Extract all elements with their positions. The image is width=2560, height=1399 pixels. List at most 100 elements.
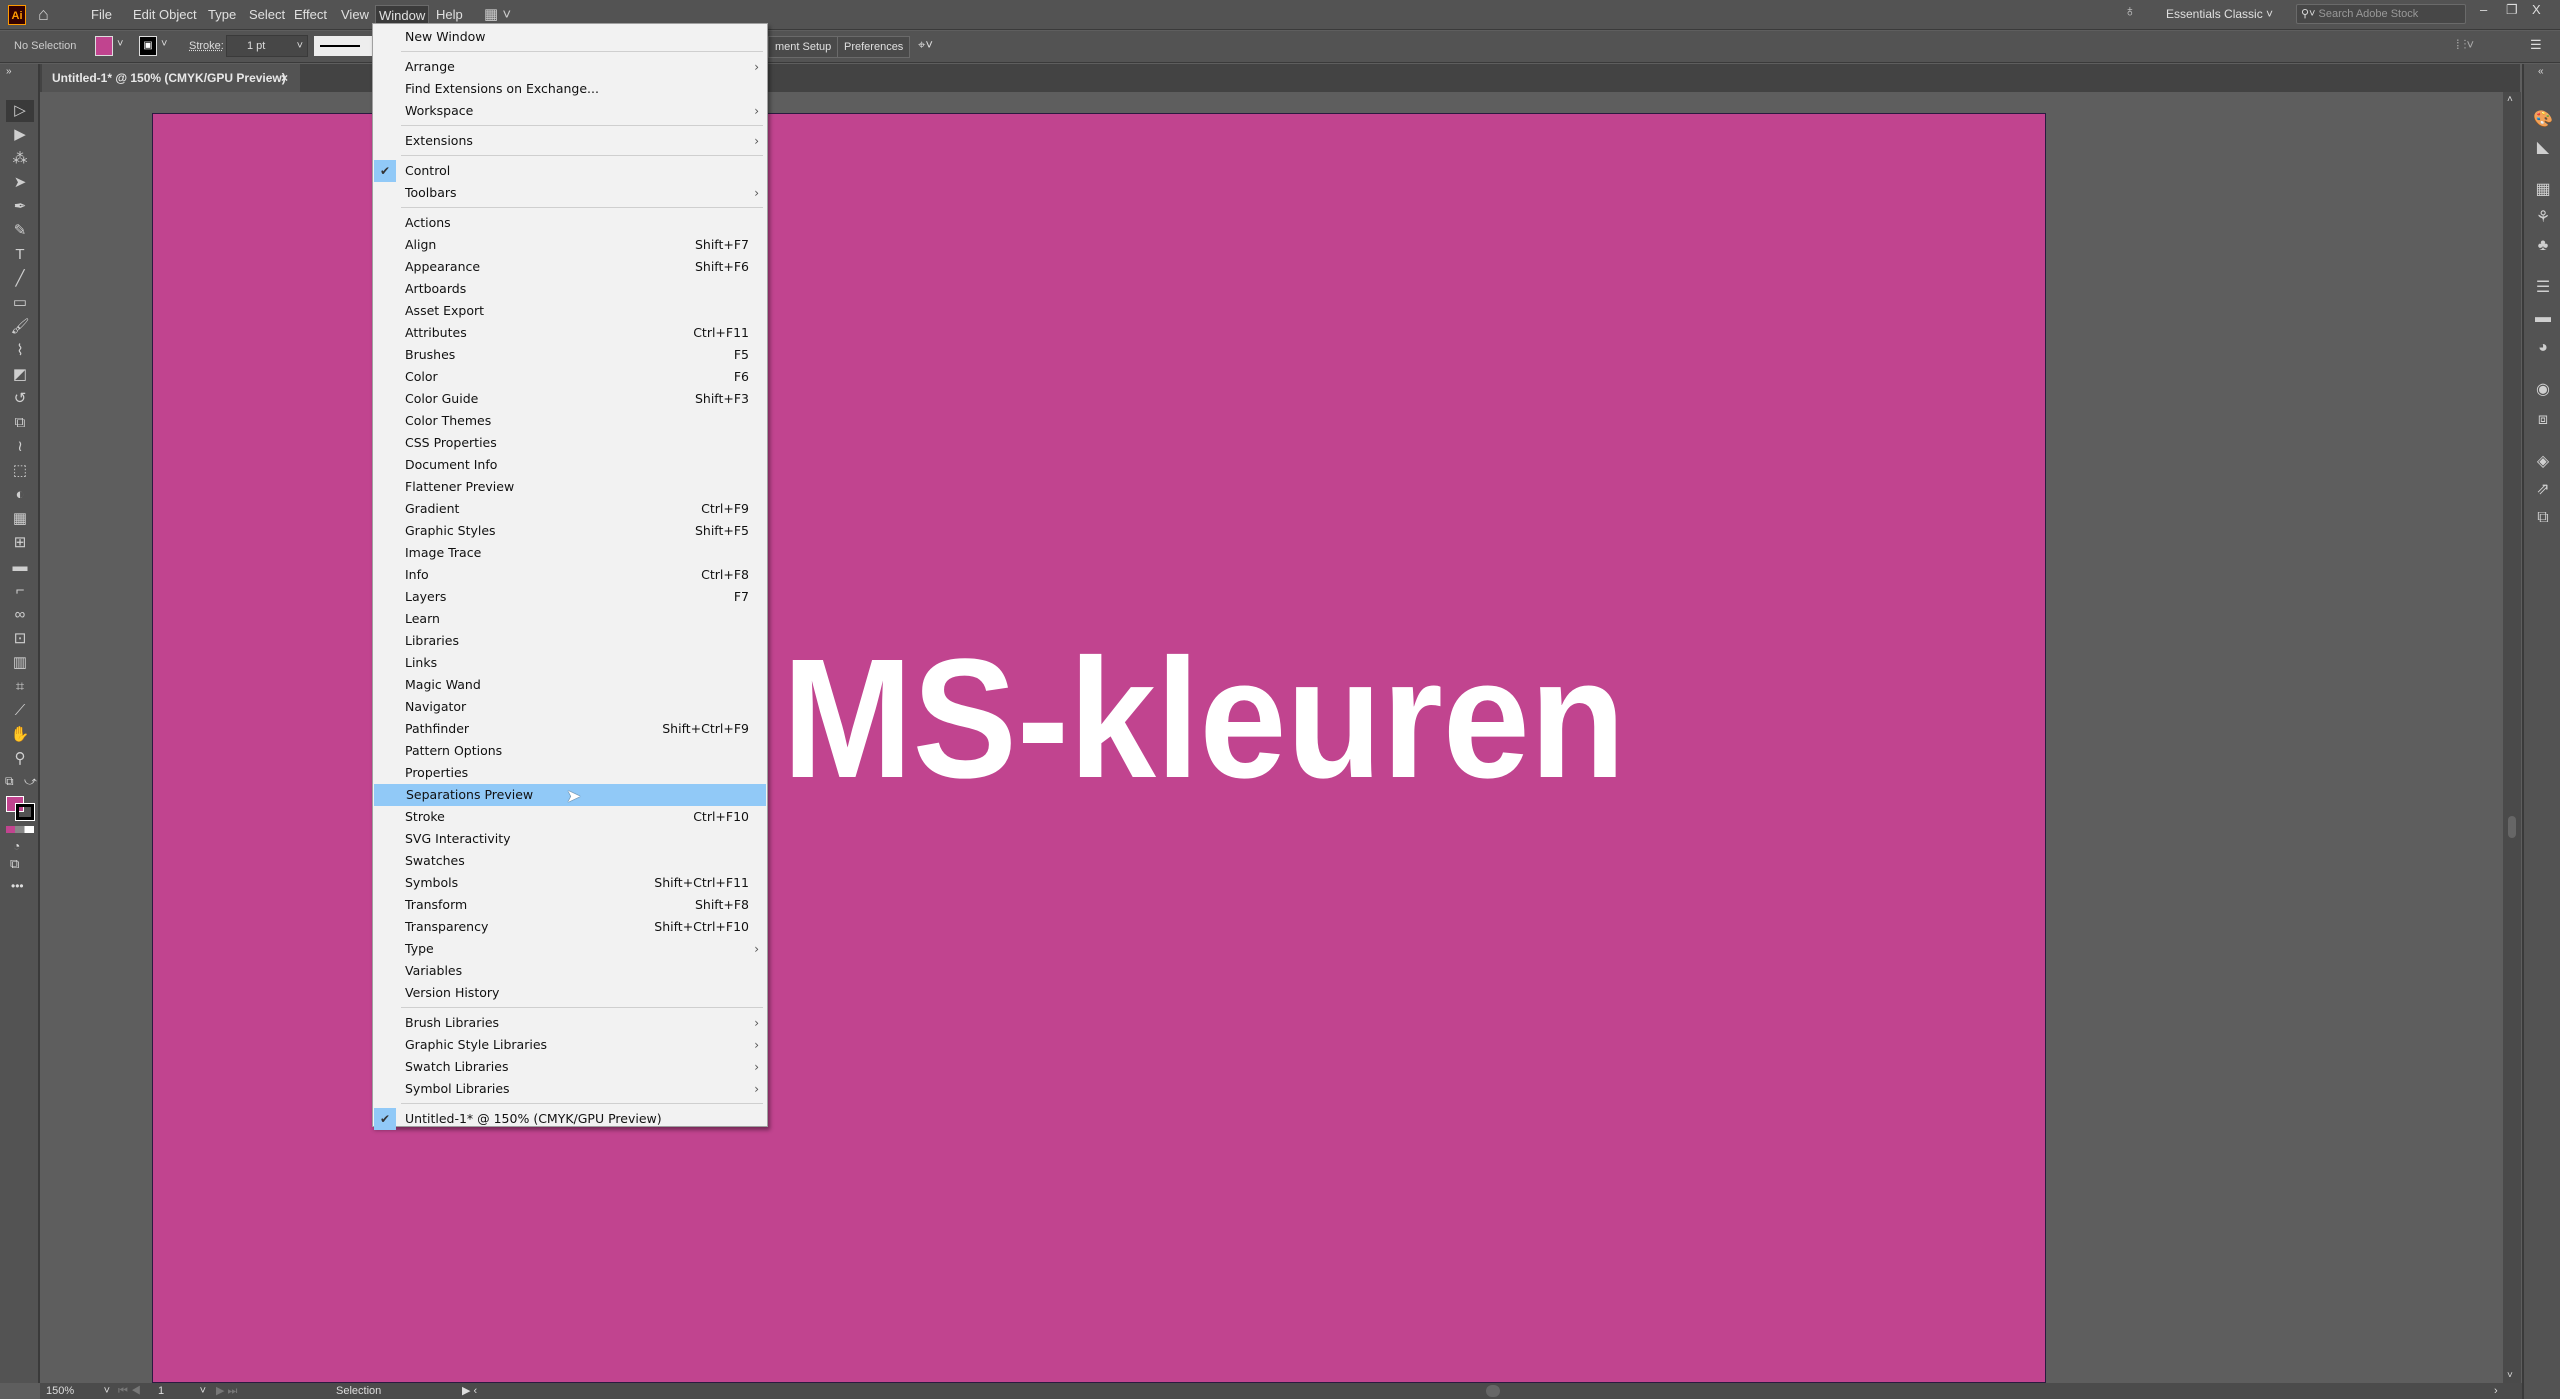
fill-swatch[interactable] <box>95 36 113 56</box>
menu-item-navigator[interactable]: Navigator <box>373 696 767 718</box>
menu-effect[interactable]: Effect <box>291 5 330 25</box>
menu-edit[interactable]: Edit <box>130 5 158 25</box>
lightbulb-icon[interactable]: ♁ <box>2124 3 2136 21</box>
restore-button[interactable]: ❐ <box>2506 2 2518 18</box>
home-icon[interactable]: ⌂ <box>38 4 49 25</box>
lasso-tool-icon[interactable]: ➤ <box>6 172 34 194</box>
artboards-panel-icon[interactable]: ⧉ <box>2528 506 2558 530</box>
menu-item-flattener-preview[interactable]: Flattener Preview <box>373 476 767 498</box>
menu-item-extensions[interactable]: Extensions › <box>373 130 767 152</box>
menu-item-attributes[interactable]: Attributes Ctrl+F11 <box>373 322 767 344</box>
stroke-color-box[interactable] <box>15 803 35 821</box>
chevron-down-icon[interactable]: ˅ <box>161 38 167 50</box>
menu-item-actions[interactable]: Actions <box>373 212 767 234</box>
menu-select[interactable]: Select <box>246 5 288 25</box>
menu-window[interactable]: Window <box>375 5 430 25</box>
menu-item-svg-interactivity[interactable]: SVG Interactivity <box>373 828 767 850</box>
menu-item-workspace[interactable]: Workspace › <box>373 100 767 122</box>
vertical-scrollbar[interactable]: ˄ ˅ <box>2503 92 2521 1383</box>
symbols-panel-icon[interactable]: ♣ <box>2528 234 2558 258</box>
blob-brush-tool-icon[interactable]: ⌇ <box>6 340 34 362</box>
swatches-panel-icon[interactable]: ▦ <box>2528 178 2558 202</box>
minimize-button[interactable]: – <box>2480 2 2487 17</box>
menu-item-symbol-libraries[interactable]: Symbol Libraries › <box>373 1078 767 1100</box>
menu-item-transform[interactable]: Transform Shift+F8 <box>373 894 767 916</box>
screen-mode-icon[interactable]: ⧉ <box>10 856 19 872</box>
color-panel-icon[interactable]: 🎨 <box>2528 108 2558 132</box>
more-tools-icon[interactable]: ••• <box>11 879 24 893</box>
collapse-icon[interactable]: « <box>2538 66 2544 77</box>
menu-item-gradient[interactable]: Gradient Ctrl+F9 <box>373 498 767 520</box>
color-mode-buttons[interactable] <box>6 826 34 833</box>
menu-item-toolbars[interactable]: Toolbars › <box>373 182 767 204</box>
transparency-panel-icon[interactable]: ◕ <box>2528 336 2558 360</box>
pen-tool-icon[interactable]: ✒ <box>6 196 34 218</box>
menu-item-color-guide[interactable]: Color Guide Shift+F3 <box>373 388 767 410</box>
menu-item-css-properties[interactable]: CSS Properties <box>373 432 767 454</box>
menu-item-version-history[interactable]: Version History <box>373 982 767 1004</box>
asset-export-panel-icon[interactable]: ⇗ <box>2528 478 2558 502</box>
menu-item-control[interactable]: ✔ Control <box>373 160 767 182</box>
document-tab[interactable]: Untitled-1* @ 150% (CMYK/GPU Preview) × <box>42 64 300 92</box>
menu-item-transparency[interactable]: Transparency Shift+Ctrl+F10 <box>373 916 767 938</box>
menu-item-type[interactable]: Type › <box>373 938 767 960</box>
zoom-level-field[interactable]: 150% ˅ <box>46 1383 110 1399</box>
workspace-switcher[interactable]: Essentials Classic ˅ <box>2166 7 2273 21</box>
menu-item-document-info[interactable]: Document Info <box>373 454 767 476</box>
menu-item-artboards[interactable]: Artboards <box>373 278 767 300</box>
first-artboard-icon[interactable]: ⏮ ◀ <box>118 1383 141 1399</box>
direct-selection-tool-icon[interactable]: ▶ <box>6 124 34 146</box>
stroke-panel-icon[interactable]: ☰ <box>2528 276 2558 300</box>
menu-item-symbols[interactable]: Symbols Shift+Ctrl+F11 <box>373 872 767 894</box>
menu-item-stroke[interactable]: Stroke Ctrl+F10 <box>373 806 767 828</box>
color-guide-panel-icon[interactable]: ◣ <box>2528 136 2558 160</box>
shape-builder-tool-icon[interactable]: ◐ <box>6 484 34 506</box>
menu-item-layers[interactable]: Layers F7 <box>373 586 767 608</box>
selection-tool-icon[interactable]: ▷ <box>6 100 34 122</box>
curvature-tool-icon[interactable]: ✎ <box>6 220 34 242</box>
menu-item-learn[interactable]: Learn <box>373 608 767 630</box>
brushes-panel-icon[interactable]: ⚘ <box>2528 206 2558 230</box>
menu-item-swatches[interactable]: Swatches <box>373 850 767 872</box>
stroke-weight-input[interactable]: 1 pt ˅ <box>226 35 308 57</box>
menu-item-color-themes[interactable]: Color Themes <box>373 410 767 432</box>
rotate-tool-icon[interactable]: ↺ <box>6 388 34 410</box>
menu-item-brush-libraries[interactable]: Brush Libraries › <box>373 1012 767 1034</box>
menu-item-magic-wand[interactable]: Magic Wand <box>373 674 767 696</box>
magic-wand-tool-icon[interactable]: ⁂ <box>6 148 34 170</box>
stroke-swatch[interactable]: ▣ <box>139 36 157 56</box>
menu-item-graphic-styles[interactable]: Graphic Styles Shift+F5 <box>373 520 767 542</box>
zoom-tool-icon[interactable]: ⚲ <box>6 748 34 770</box>
eyedropper-tool-icon[interactable]: ⌐ <box>6 580 34 602</box>
menu-item-align[interactable]: Align Shift+F7 <box>373 234 767 256</box>
menu-item-arrange[interactable]: Arrange › <box>373 56 767 78</box>
scroll-up-icon[interactable]: ˄ <box>2507 94 2513 105</box>
menu-item-untitled-1-150-cmyk-gpu-preview[interactable]: ✔ Untitled-1* @ 150% (CMYK/GPU Preview) <box>373 1108 767 1130</box>
menu-item-properties[interactable]: Properties <box>373 762 767 784</box>
menu-item-info[interactable]: Info Ctrl+F8 <box>373 564 767 586</box>
graphic-styles-panel-icon[interactable]: ⧈ <box>2528 408 2558 432</box>
column-graph-tool-icon[interactable]: ▥ <box>6 652 34 674</box>
warp-tool-icon[interactable]: ≀ <box>6 436 34 458</box>
gradient-panel-icon[interactable]: ▬ <box>2528 306 2558 330</box>
appearance-panel-icon[interactable]: ◉ <box>2528 378 2558 402</box>
stroke-label[interactable]: Stroke: <box>189 40 224 52</box>
menu-item-new-window[interactable]: New Window <box>373 26 767 48</box>
chevron-down-icon[interactable]: ˅ <box>117 38 123 50</box>
artboard-tool-icon[interactable]: ⌗ <box>6 676 34 698</box>
artboard-number-field[interactable]: 1 ˅ <box>158 1383 206 1399</box>
next-artboard-icon[interactable]: ▶ ⏭ <box>216 1383 237 1399</box>
gradient-tool-icon[interactable]: ▬ <box>6 556 34 578</box>
stroke-profile-select[interactable] <box>314 36 374 56</box>
menu-item-swatch-libraries[interactable]: Swatch Libraries › <box>373 1056 767 1078</box>
align-icon[interactable]: ⁞ ⫶˅ <box>2456 37 2474 53</box>
menu-item-libraries[interactable]: Libraries <box>373 630 767 652</box>
menu-item-graphic-style-libraries[interactable]: Graphic Style Libraries › <box>373 1034 767 1056</box>
symbol-sprayer-tool-icon[interactable]: ⊡ <box>6 628 34 650</box>
menu-item-appearance[interactable]: Appearance Shift+F6 <box>373 256 767 278</box>
scroll-down-icon[interactable]: ˅ <box>2507 1370 2513 1381</box>
status-menu-icon[interactable]: ▶ ‹ <box>462 1383 477 1399</box>
menu-item-links[interactable]: Links <box>373 652 767 674</box>
layers-panel-icon[interactable]: ◈ <box>2528 450 2558 474</box>
draw-mode-icon[interactable]: ◔ <box>13 839 20 853</box>
